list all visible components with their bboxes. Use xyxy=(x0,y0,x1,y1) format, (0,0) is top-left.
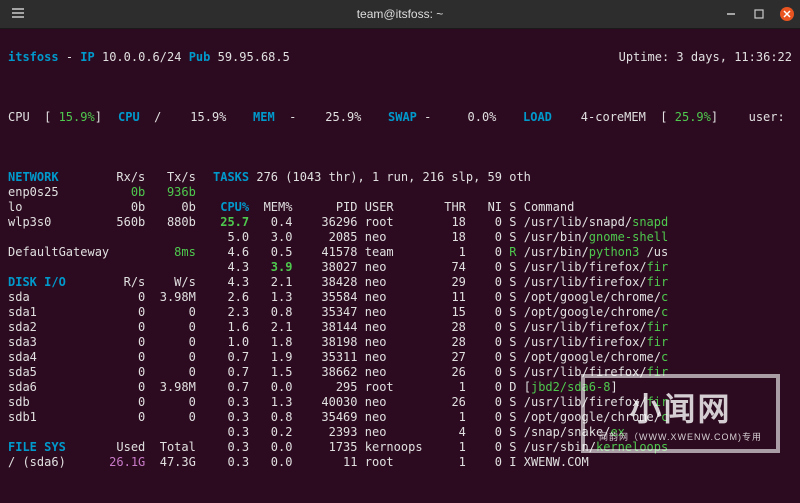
maximize-icon[interactable] xyxy=(752,7,766,21)
row: sda4 0 0 0.7 1.9 35311 neo 27 0 S /opt/g… xyxy=(8,350,792,365)
row: DISK I/O R/s W/s 4.3 2.1 38428 neo 29 0 … xyxy=(8,275,792,290)
row: sda 0 3.98M 2.6 1.3 35584 neo 11 0 S /op… xyxy=(8,290,792,305)
watermark: 小闻网 闻韵网（WWW.XWENW.COM)专用 xyxy=(581,374,780,453)
row: sda2 0 0 1.6 2.1 38144 neo 28 0 S /usr/l… xyxy=(8,320,792,335)
row: NETWORK Rx/s Tx/sTASKS 276 (1043 thr), 1… xyxy=(8,170,792,185)
hostname: itsfoss xyxy=(8,50,59,64)
row: sda1 0 0 2.3 0.8 35347 neo 15 0 S /opt/g… xyxy=(8,305,792,320)
close-icon[interactable] xyxy=(780,7,794,21)
window-title: team@itsfoss: ~ xyxy=(0,7,800,21)
window-titlebar: team@itsfoss: ~ xyxy=(0,0,800,29)
row: 4.3 3.9 38027 neo 74 0 S /usr/lib/firefo… xyxy=(8,260,792,275)
header-line: itsfoss - IP 10.0.0.6/24 Pub 59.95.68.5U… xyxy=(8,50,792,65)
row: DefaultGateway 8ms 4.6 0.5 41578 team 1 … xyxy=(8,245,792,260)
row: lo 0b 0b CPU% MEM% PID USER THR NI S Com… xyxy=(8,200,792,215)
row: wlp3s0 560b 880b 25.7 0.4 36296 root 18 … xyxy=(8,215,792,230)
summary-row: CPU [ 15.9%]CPU / 15.9%MEM - 25.9%SWAP -… xyxy=(8,110,792,125)
row: enp0s25 0b 936b xyxy=(8,185,792,200)
minimize-icon[interactable] xyxy=(724,7,738,21)
row: sda3 0 0 1.0 1.8 38198 neo 28 0 S /usr/l… xyxy=(8,335,792,350)
row: / (sda6) 26.1G 47.3G 0.3 0.0 11 root 1 0… xyxy=(8,455,792,470)
row: 5.0 3.0 2085 neo 18 0 S /usr/bin/gnome-s… xyxy=(8,230,792,245)
